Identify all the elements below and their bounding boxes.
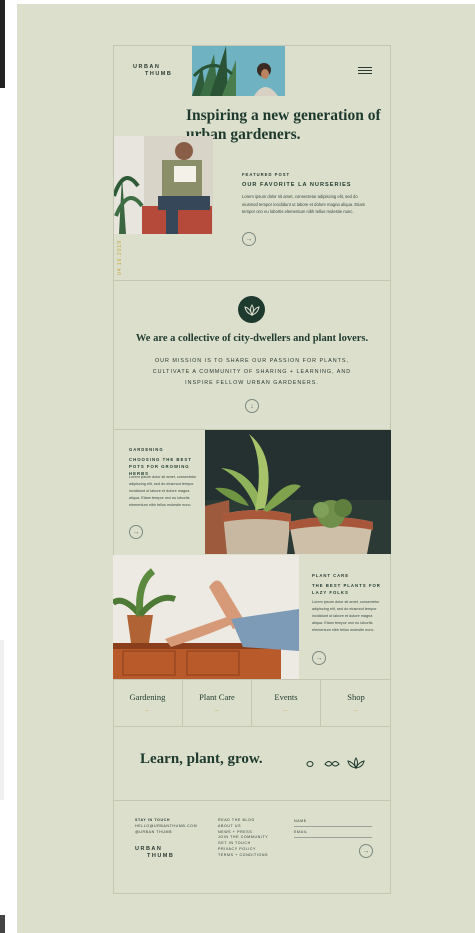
footer-email-link[interactable]: HELLO@URBANTHUMB.COM bbox=[135, 824, 197, 830]
sprout-stages-icon bbox=[306, 757, 365, 770]
featured-arrow-button[interactable]: → bbox=[242, 232, 256, 246]
gardening-kicker: GARDENING bbox=[129, 447, 164, 452]
footer-name-field[interactable] bbox=[294, 826, 372, 827]
tagline: Learn, plant, grow. bbox=[140, 751, 263, 767]
lazy-plants-photo[interactable] bbox=[113, 555, 299, 679]
nav-label: Shop bbox=[347, 692, 365, 702]
logo-line-2: THUMB bbox=[145, 71, 173, 77]
footer-name-label: NAME bbox=[294, 819, 307, 823]
logo-line-2: THUMB bbox=[147, 853, 175, 859]
left-edge-bar bbox=[0, 0, 5, 88]
mission-line-2: CULTIVATE A COMMUNITY OF SHARING + LEARN… bbox=[152, 369, 352, 375]
squiggle-icon: 〰 bbox=[353, 708, 359, 713]
footer-submit-button[interactable]: → bbox=[359, 844, 373, 858]
left-edge-bar-bottom bbox=[0, 915, 5, 933]
mission-title: We are a collective of city-dwellers and… bbox=[135, 333, 369, 344]
divider bbox=[113, 800, 391, 801]
nav-plant-care[interactable]: Plant Care 〰 bbox=[183, 680, 252, 726]
left-edge-ghost bbox=[0, 640, 4, 800]
plantcare-arrow-button[interactable]: → bbox=[312, 651, 326, 665]
nav-label: Plant Care bbox=[199, 692, 235, 702]
nav-shop[interactable]: Shop 〰 bbox=[321, 680, 391, 726]
featured-post-photo[interactable] bbox=[114, 136, 213, 234]
featured-body: Lorem ipsum dolor sit amet, consectetur … bbox=[242, 194, 366, 214]
plantcare-title[interactable]: THE BEST PLANTS FOR LAZY FOLKS bbox=[312, 582, 382, 596]
plant-stages-icons bbox=[305, 756, 365, 770]
hero-photo bbox=[192, 46, 285, 96]
hamburger-menu-icon[interactable] bbox=[358, 67, 372, 74]
featured-title[interactable]: OUR FAVORITE LA NURSERIES bbox=[242, 181, 382, 189]
footer-handle-link[interactable]: @URBAN THUMB bbox=[135, 830, 197, 836]
featured-post-date: 04.16.2019 bbox=[117, 240, 123, 276]
footer-links: READ THE BLOG ABOUT US NEWS + PRESS JOIN… bbox=[218, 818, 268, 859]
plantcare-body: Lorem ipsum dolor sit amet, consectetur … bbox=[312, 600, 380, 632]
gardening-body: Lorem ipsum dolor sit amet, consectetur … bbox=[129, 475, 197, 507]
squiggle-icon: 〰 bbox=[214, 708, 220, 713]
nav-label: Gardening bbox=[129, 692, 166, 702]
brand-logo[interactable]: URBAN THUMB bbox=[133, 64, 172, 78]
gardening-arrow-button[interactable]: → bbox=[129, 525, 143, 539]
plantcare-kicker: PLANT CARE bbox=[312, 573, 349, 578]
hero-title: Inspiring a new generation of urban gard… bbox=[186, 107, 381, 143]
scroll-down-button[interactable]: ↓ bbox=[245, 399, 259, 413]
footer-link-terms[interactable]: TERMS + CONDITIONS bbox=[218, 853, 268, 859]
footer-email-label: EMAIL bbox=[294, 830, 308, 834]
mission-line-1: OUR MISSION IS TO SHARE OUR PASSION FOR … bbox=[154, 358, 350, 364]
mission-line-3: INSPIRE FELLOW URBAN GARDENERS. bbox=[185, 380, 319, 386]
nav-events[interactable]: Events 〰 bbox=[252, 680, 321, 726]
divider bbox=[113, 726, 391, 727]
footer-logo[interactable]: URBAN THUMB bbox=[135, 846, 174, 860]
logo-line-1: URBAN bbox=[135, 846, 163, 852]
herb-pots-photo[interactable] bbox=[205, 430, 391, 554]
arrow-down-icon: ↓ bbox=[250, 402, 254, 410]
featured-kicker: FEATURED POST bbox=[242, 172, 291, 177]
logo-line-1: URBAN bbox=[133, 64, 161, 70]
arrow-right-icon: → bbox=[245, 235, 253, 243]
divider bbox=[113, 280, 391, 281]
leaf-badge-icon bbox=[238, 296, 265, 323]
mission-statement: OUR MISSION IS TO SHARE OUR PASSION FOR … bbox=[130, 356, 374, 389]
arrow-right-icon: → bbox=[315, 654, 323, 662]
nav-gardening[interactable]: Gardening 〰 bbox=[113, 680, 183, 726]
footer-email-field[interactable] bbox=[294, 837, 372, 838]
nav-label: Events bbox=[274, 692, 298, 702]
arrow-right-icon: → bbox=[362, 847, 370, 855]
squiggle-icon: 〰 bbox=[145, 708, 150, 713]
squiggle-icon: 〰 bbox=[283, 708, 289, 713]
footer-contact: STAY IN TOUCH HELLO@URBANTHUMB.COM @URBA… bbox=[135, 818, 197, 835]
arrow-right-icon: → bbox=[132, 528, 140, 536]
